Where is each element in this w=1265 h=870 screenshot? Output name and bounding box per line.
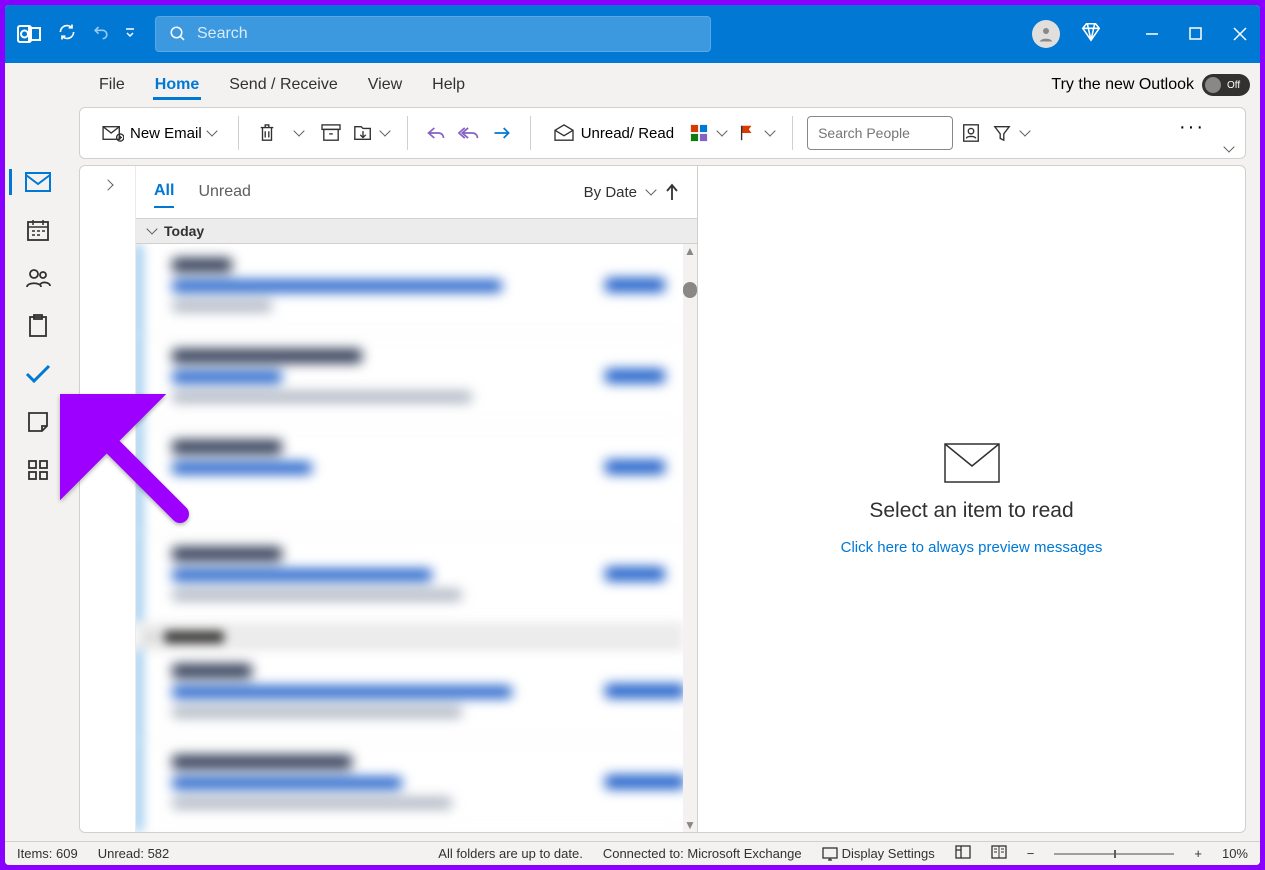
forward-button[interactable]	[488, 115, 516, 151]
search-icon	[169, 25, 187, 43]
zoom-slider[interactable]	[1054, 853, 1174, 855]
status-bar: Items: 609 Unread: 582 All folders are u…	[5, 841, 1260, 865]
message-item[interactable]	[136, 426, 683, 533]
zoom-out-button[interactable]: −	[1027, 846, 1035, 861]
reading-pane: Select an item to read Click here to alw…	[698, 166, 1245, 832]
message-list: All Unread By Date Today	[136, 166, 698, 832]
menu-bar: File Home Send / Receive View Help Try t…	[5, 63, 1260, 107]
maximize-button[interactable]	[1186, 24, 1206, 44]
view-normal-icon[interactable]	[955, 845, 971, 862]
message-item[interactable]	[136, 741, 683, 832]
ribbon-collapse-icon[interactable]	[1225, 138, 1233, 156]
new-email-button[interactable]: New Email	[94, 115, 224, 151]
categorize-button[interactable]	[686, 115, 730, 151]
flag-button[interactable]	[734, 115, 778, 151]
unread-read-button[interactable]: Unread/ Read	[545, 115, 682, 151]
view-reading-icon[interactable]	[991, 845, 1007, 862]
minimize-button[interactable]	[1142, 24, 1162, 44]
reply-all-button[interactable]	[454, 115, 484, 151]
address-book-button[interactable]	[957, 115, 985, 151]
message-item[interactable]	[136, 244, 683, 335]
sync-icon[interactable]	[57, 22, 77, 47]
status-folders: All folders are up to date.	[438, 846, 583, 861]
sort-direction-icon[interactable]	[665, 183, 679, 201]
account-avatar-icon[interactable]	[1032, 20, 1060, 48]
tasks-icon[interactable]	[24, 313, 52, 339]
move-button[interactable]	[349, 115, 393, 151]
zoom-level[interactable]: 10%	[1222, 846, 1248, 861]
display-settings-button[interactable]: Display Settings	[822, 846, 935, 861]
notes-icon[interactable]	[24, 409, 52, 435]
close-button[interactable]	[1230, 24, 1250, 44]
search-people-input[interactable]	[807, 116, 953, 150]
delete-button[interactable]	[253, 115, 281, 151]
qat-dropdown-icon[interactable]	[125, 25, 135, 43]
preview-link[interactable]: Click here to always preview messages	[841, 539, 1103, 556]
scroll-thumb[interactable]	[683, 282, 697, 298]
ribbon-overflow-button[interactable]: ···	[1179, 116, 1205, 139]
expand-folder-icon[interactable]	[104, 176, 112, 832]
undo-icon[interactable]	[91, 22, 111, 47]
chevron-down-icon	[645, 184, 656, 195]
filter-button[interactable]	[989, 115, 1033, 151]
status-connected: Connected to: Microsoft Exchange	[603, 846, 802, 861]
outlook-logo-icon	[15, 21, 43, 47]
delete-dropdown[interactable]	[285, 115, 313, 151]
group-header[interactable]	[136, 624, 683, 650]
message-item[interactable]	[136, 650, 683, 741]
title-bar	[5, 5, 1260, 63]
ribbon: New Email Unread/ Read	[79, 107, 1246, 159]
menu-send-receive[interactable]: Send / Receive	[227, 70, 340, 100]
preview-title: Select an item to read	[869, 499, 1073, 523]
menu-file[interactable]: File	[97, 70, 127, 100]
message-item[interactable]	[136, 533, 683, 624]
tab-unread[interactable]: Unread	[198, 177, 250, 207]
zoom-in-button[interactable]: +	[1194, 846, 1202, 861]
message-item[interactable]	[136, 335, 683, 426]
chevron-down-icon	[206, 125, 217, 136]
menu-help[interactable]: Help	[430, 70, 467, 100]
more-apps-icon[interactable]	[24, 457, 52, 483]
diamond-icon[interactable]	[1080, 21, 1102, 48]
calendar-icon[interactable]	[24, 217, 52, 243]
menu-home[interactable]: Home	[153, 70, 201, 100]
scrollbar[interactable]: ▲ ▼	[683, 244, 697, 832]
chevron-down-icon	[146, 223, 157, 234]
people-icon[interactable]	[24, 265, 52, 291]
mail-icon[interactable]	[24, 169, 52, 195]
nav-sidebar	[5, 165, 71, 841]
try-new-outlook-label: Try the new Outlook	[1051, 76, 1194, 94]
archive-button[interactable]	[317, 115, 345, 151]
try-new-outlook-toggle[interactable]: Off	[1202, 74, 1250, 96]
reply-button[interactable]	[422, 115, 450, 151]
search-input[interactable]	[197, 25, 697, 43]
folder-pane[interactable]	[80, 166, 136, 832]
status-unread: Unread: 582	[98, 846, 170, 861]
menu-view[interactable]: View	[366, 70, 404, 100]
group-header[interactable]: Today	[136, 218, 697, 244]
sort-label[interactable]: By Date	[584, 184, 637, 201]
status-items: Items: 609	[17, 846, 78, 861]
todo-icon[interactable]	[24, 361, 52, 387]
tab-all[interactable]: All	[154, 176, 174, 208]
search-box[interactable]	[155, 16, 711, 52]
envelope-icon	[944, 443, 1000, 483]
